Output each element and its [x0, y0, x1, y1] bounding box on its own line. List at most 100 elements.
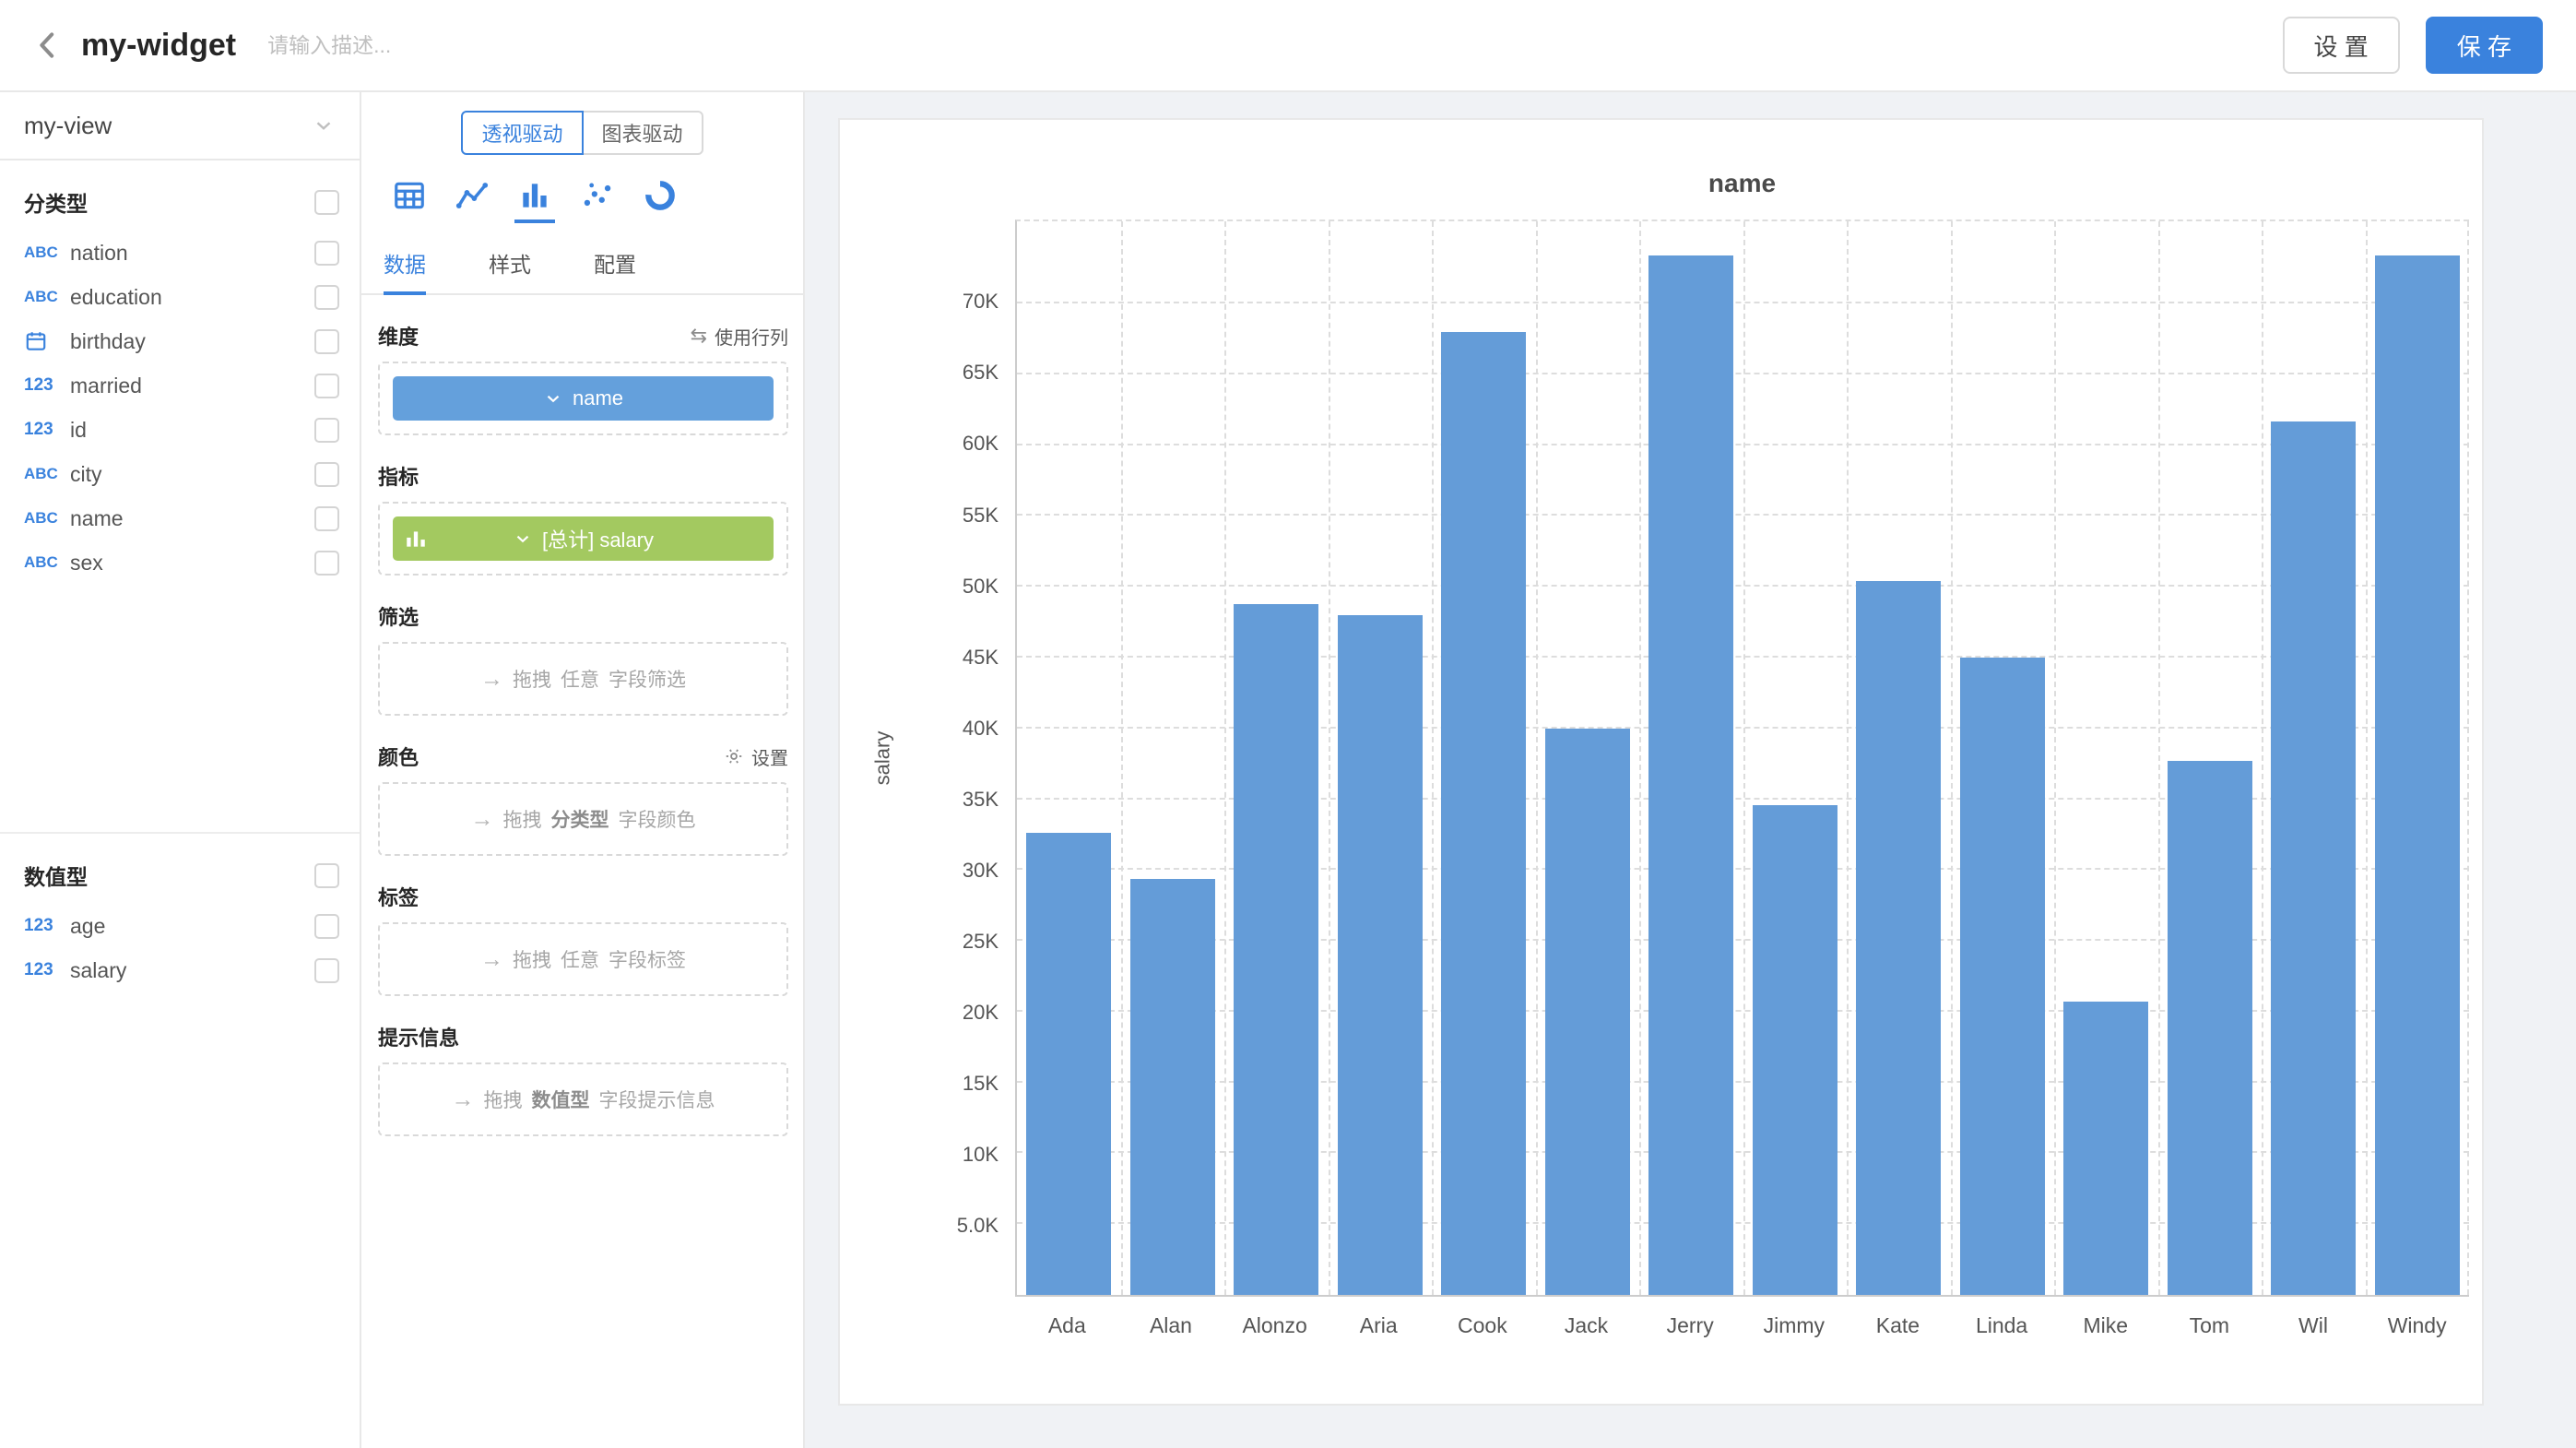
- filter-dropzone[interactable]: → 拖拽任意字段筛选: [378, 642, 788, 716]
- settings-button[interactable]: 设 置: [2283, 17, 2400, 74]
- bar-Jerry[interactable]: [1648, 255, 1733, 1295]
- field-item-salary[interactable]: 123salary: [0, 948, 360, 992]
- bar-Jimmy[interactable]: [1753, 805, 1837, 1295]
- field-list: ABCnationABCeducation birthday 123married1…: [0, 231, 360, 585]
- text-field-icon: ABC: [24, 553, 70, 572]
- view-selector[interactable]: my-view: [0, 92, 360, 160]
- bar-Cook[interactable]: [1441, 332, 1526, 1295]
- group-label: 分类型: [24, 186, 88, 218]
- field-checkbox[interactable]: [314, 329, 339, 354]
- field-item-city[interactable]: ABCcity: [0, 452, 360, 496]
- x-tick-label: Cook: [1431, 1313, 1535, 1385]
- color-section: 颜色 设置 →: [378, 742, 788, 856]
- bar-Aria[interactable]: [1338, 615, 1423, 1295]
- bar-cell: [1121, 221, 1225, 1295]
- y-tick-label: 50K: [963, 575, 998, 599]
- chart-type-table[interactable]: [389, 177, 430, 223]
- tooltip-dropzone[interactable]: → 拖拽数值型字段提示信息: [378, 1062, 788, 1136]
- field-item-id[interactable]: 123id: [0, 408, 360, 452]
- y-tick-label: 65K: [963, 361, 998, 385]
- bar-cell: [2366, 221, 2470, 1295]
- bar-Kate[interactable]: [1856, 581, 1941, 1295]
- save-button[interactable]: 保 存: [2426, 17, 2543, 74]
- bar-Windy[interactable]: [2375, 255, 2460, 1295]
- metric-pill-label: [总计] salary: [542, 524, 654, 553]
- fields-panel: my-view 分类型 ABCnationABCeducation birthda…: [0, 92, 361, 1448]
- driver-pivot-button[interactable]: 透视驱动: [461, 111, 583, 155]
- text-field-icon: ABC: [24, 509, 70, 528]
- text-field-icon: ABC: [24, 243, 70, 262]
- dimension-label: 维度: [378, 321, 419, 350]
- bar-Tom[interactable]: [2168, 761, 2252, 1295]
- bar-Jack[interactable]: [1545, 729, 1630, 1295]
- x-tick-label: Linda: [1950, 1313, 2054, 1385]
- field-checkbox[interactable]: [314, 958, 339, 983]
- tooltip-section: 提示信息 → 拖拽数值型字段提示信息: [378, 1022, 788, 1136]
- arrow-right-icon: →: [452, 1086, 475, 1113]
- back-button[interactable]: [22, 19, 74, 71]
- config-panel: 透视驱动 图表驱动: [361, 92, 805, 1448]
- use-rowcol-action[interactable]: ⇆ 使用行列: [691, 323, 788, 350]
- chart-type-toolbar: [361, 155, 803, 231]
- calendar-icon: [24, 329, 70, 353]
- y-tick-label: 15K: [963, 1072, 998, 1096]
- group-checkbox[interactable]: [314, 863, 339, 888]
- field-item-married[interactable]: 123married: [0, 363, 360, 408]
- config-sections: 维度 ⇆ 使用行列 name: [361, 321, 803, 1155]
- field-item-sex[interactable]: ABCsex: [0, 540, 360, 585]
- table-icon: [392, 178, 427, 213]
- group-checkbox[interactable]: [314, 190, 339, 215]
- bar-cell: [1017, 221, 1121, 1295]
- chart-type-scatter[interactable]: [577, 177, 618, 223]
- driver-chart-button[interactable]: 图表驱动: [582, 111, 703, 155]
- bar-Alan[interactable]: [1130, 879, 1215, 1295]
- config-tabs: 数据 样式 配置: [361, 238, 803, 295]
- dimension-pill[interactable]: name: [393, 376, 774, 421]
- field-item-education[interactable]: ABCeducation: [0, 275, 360, 319]
- tab-settings[interactable]: 配置: [594, 238, 636, 293]
- y-tick-label: 5.0K: [957, 1214, 998, 1238]
- field-label: birthday: [70, 329, 314, 354]
- dimension-dropzone[interactable]: name: [378, 362, 788, 435]
- field-label: id: [70, 418, 314, 443]
- x-tick-label: Alonzo: [1223, 1313, 1327, 1385]
- field-item-age[interactable]: 123age: [0, 904, 360, 948]
- field-checkbox[interactable]: [314, 418, 339, 443]
- description-input[interactable]: [267, 33, 664, 58]
- bar-Linda[interactable]: [1960, 658, 2045, 1295]
- field-checkbox[interactable]: [314, 374, 339, 398]
- field-checkbox[interactable]: [314, 914, 339, 939]
- label-section: 标签 → 拖拽任意字段标签: [378, 882, 788, 996]
- field-item-birthday[interactable]: birthday: [0, 319, 360, 363]
- bar-cell: [1536, 221, 1640, 1295]
- bar-cell: [2158, 221, 2263, 1295]
- metric-dropzone[interactable]: [总计] salary: [378, 502, 788, 576]
- field-checkbox[interactable]: [314, 506, 339, 531]
- categorical-field-group: 分类型 ABCnationABCeducation birthday 123marr…: [0, 160, 360, 585]
- field-checkbox[interactable]: [314, 241, 339, 266]
- field-item-nation[interactable]: ABCnation: [0, 231, 360, 275]
- filter-section: 筛选 → 拖拽任意字段筛选: [378, 601, 788, 716]
- x-tick-label: Jack: [1534, 1313, 1638, 1385]
- group-header: 数值型: [0, 834, 360, 904]
- chart-type-line[interactable]: [452, 177, 492, 223]
- metric-pill[interactable]: [总计] salary: [393, 516, 774, 561]
- field-checkbox[interactable]: [314, 551, 339, 576]
- tab-style[interactable]: 样式: [489, 238, 531, 293]
- color-dropzone[interactable]: → 拖拽分类型字段颜色: [378, 782, 788, 856]
- tooltip-label: 提示信息: [378, 1022, 459, 1051]
- chart-type-pie[interactable]: [640, 177, 680, 223]
- tab-data[interactable]: 数据: [384, 238, 426, 295]
- label-dropzone[interactable]: → 拖拽任意字段标签: [378, 922, 788, 996]
- chart-type-bar[interactable]: [514, 177, 555, 223]
- bar-Wil[interactable]: [2271, 421, 2356, 1295]
- bar-Ada[interactable]: [1026, 833, 1111, 1295]
- arrow-right-icon: →: [480, 946, 503, 973]
- bar-cell: [2262, 221, 2366, 1295]
- color-settings-action[interactable]: 设置: [724, 743, 788, 770]
- field-item-name[interactable]: ABCname: [0, 496, 360, 540]
- field-checkbox[interactable]: [314, 285, 339, 310]
- bar-Alonzo[interactable]: [1234, 604, 1318, 1295]
- field-checkbox[interactable]: [314, 462, 339, 487]
- bar-Mike[interactable]: [2063, 1002, 2148, 1295]
